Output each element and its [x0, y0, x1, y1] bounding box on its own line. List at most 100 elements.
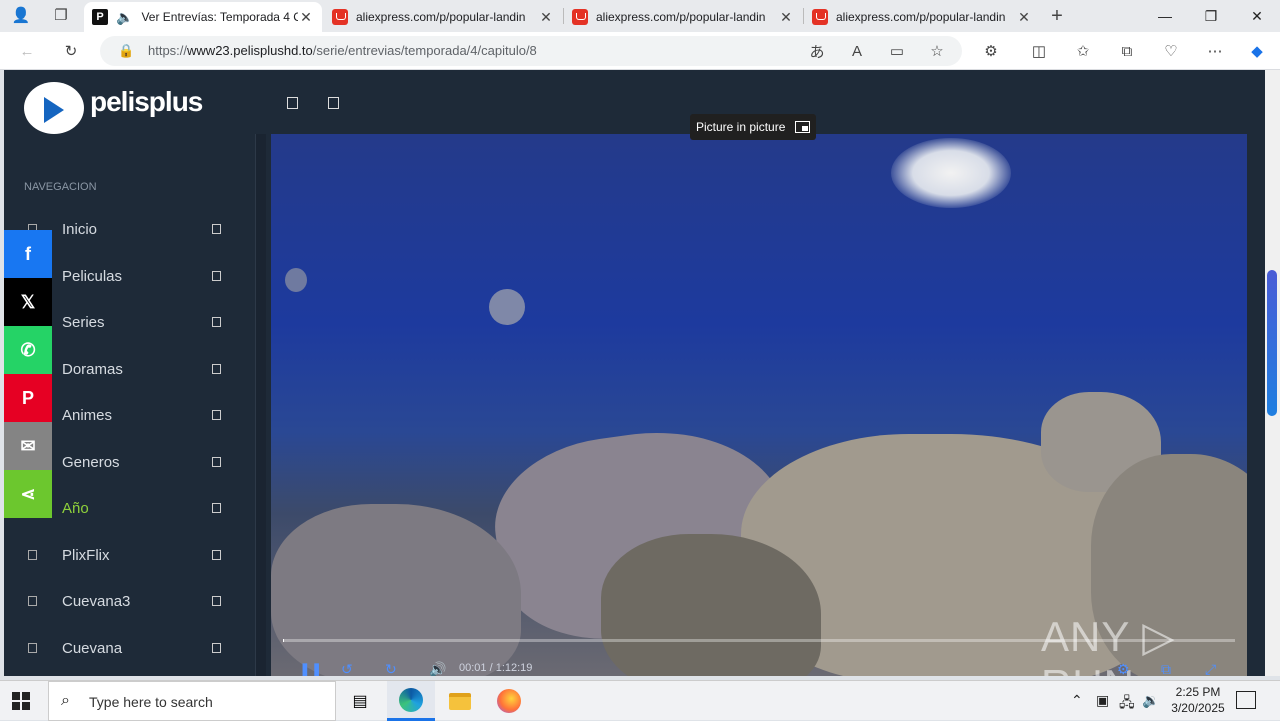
sidebar-item-label: PlixFlix [62, 546, 110, 564]
close-tab-icon[interactable]: ✕ [1016, 9, 1032, 26]
pip-tooltip[interactable]: Picture in picture [690, 114, 817, 140]
close-tab-icon[interactable]: ✕ [538, 9, 554, 26]
network-icon[interactable]: 🖧 [1119, 692, 1135, 716]
tab-title: aliexpress.com/p/popular-landin [836, 10, 1006, 24]
tab-pelisplus[interactable]: P 🔈 Ver Entrevías: Temporada 4 C ✕ [84, 2, 322, 32]
tab-aliexpress-1[interactable]: aliexpress.com/p/popular-landin ✕ [324, 2, 562, 32]
firefox-icon[interactable] [485, 681, 533, 721]
read-aloud-icon[interactable]: A [846, 40, 868, 62]
taskbar-search-placeholder: Type here to search [89, 694, 213, 710]
logo-text[interactable]: pelisplus [90, 86, 203, 118]
time-display: 00:01 / 1:12:19 [459, 662, 533, 674]
minimize-icon[interactable]: — [1142, 0, 1188, 32]
pinterest-share-icon[interactable]: P [4, 374, 52, 422]
volume-tray-icon[interactable]: 🔉 [1142, 692, 1159, 709]
file-explorer-icon[interactable] [436, 681, 484, 721]
close-tab-icon[interactable]: ✕ [298, 9, 314, 26]
nav-item-icon [28, 642, 37, 653]
url-text[interactable]: https://www23.pelisplushd.to/serie/entre… [148, 43, 537, 58]
email-share-icon[interactable]: ✉ [4, 422, 52, 470]
extensions-icon[interactable]: ⚙ [980, 40, 1002, 62]
back-icon[interactable]: ← [16, 40, 38, 62]
browser-essentials-icon[interactable]: ♡ [1160, 40, 1182, 62]
sidebar-item-label: Generos [62, 453, 120, 471]
restore-icon[interactable]: ❐ [1188, 0, 1234, 32]
clock-time: 2:25 PM [1175, 685, 1221, 699]
browser-tab-strip: 👤 ❐ P 🔈 Ver Entrevías: Temporada 4 C ✕ a… [0, 0, 1280, 32]
web-page: pelisplus NAVEGACION Inicio Peliculas Seri… [4, 70, 1265, 676]
split-screen-icon[interactable]: ◫ [1028, 40, 1050, 62]
favorite-star-icon[interactable]: ☆ [926, 40, 948, 62]
share-share-icon[interactable]: ⋖ [4, 470, 52, 518]
close-tab-icon[interactable]: ✕ [778, 9, 794, 26]
favorites-icon[interactable]: ✩ [1072, 40, 1094, 62]
browser-toolbar: ← ↻ 🔒 https://www23.pelisplushd.to/serie… [0, 32, 1280, 70]
sidebar-item-label: Inicio [62, 221, 98, 238]
lock-icon[interactable]: 🔒 [118, 43, 134, 59]
expand-icon[interactable] [212, 456, 221, 467]
translate-icon[interactable]: あ [806, 40, 828, 62]
settings-icon[interactable]: ⚙ [1117, 661, 1130, 676]
refresh-icon[interactable]: ↻ [60, 40, 82, 62]
pelisplus-favicon: P [92, 9, 108, 25]
video-frame-rock [271, 504, 521, 676]
expand-icon[interactable] [212, 224, 221, 234]
fullscreen-icon[interactable]: ⤢ [1205, 661, 1216, 676]
more-menu-icon[interactable]: ⋯ [1204, 40, 1226, 62]
progress-fill [283, 639, 284, 642]
nav-section-label: NAVEGACION [24, 181, 97, 193]
scrollbar-thumb[interactable] [1267, 270, 1277, 416]
address-bar[interactable]: 🔒 https://www23.pelisplushd.to/serie/ent… [100, 36, 962, 66]
sidebar-item-label: Doramas [62, 360, 123, 378]
page-scrollbar[interactable] [1265, 70, 1280, 676]
expand-icon[interactable] [212, 642, 221, 653]
expand-icon[interactable] [212, 503, 221, 513]
windows-start-icon[interactable] [12, 692, 30, 710]
notifications-icon[interactable] [1236, 691, 1256, 709]
window-close-icon[interactable]: ✕ [1234, 0, 1280, 32]
speaker-icon[interactable]: 🔈 [116, 9, 133, 26]
expand-icon[interactable] [212, 549, 221, 560]
profile-icon[interactable]: 👤 [10, 4, 32, 26]
expand-icon[interactable] [212, 317, 221, 327]
edge-taskbar-icon[interactable] [387, 681, 435, 721]
sidebar-item-plixflix[interactable]: PlixFlix [4, 537, 255, 577]
tray-overflow-icon[interactable]: ⌃ [1071, 692, 1083, 709]
system-clock[interactable]: 2:25 PM 3/20/2025 [1166, 684, 1230, 716]
collections-icon[interactable]: ⧉ [1116, 40, 1138, 62]
search-icon: ⌕ [61, 692, 70, 709]
facebook-share-icon[interactable]: f [4, 230, 52, 278]
tab-actions-icon[interactable]: ❐ [50, 4, 72, 26]
expand-icon[interactable] [212, 363, 221, 374]
taskbar-search[interactable]: ⌕ Type here to search [48, 681, 336, 721]
tray-device-icon[interactable]: ▣ [1096, 692, 1109, 709]
tab-aliexpress-3[interactable]: aliexpress.com/p/popular-landin ✕ [804, 2, 1040, 32]
pip-tooltip-label: Picture in picture [696, 120, 786, 134]
expand-icon[interactable] [212, 410, 221, 420]
expand-icon[interactable] [212, 596, 221, 606]
whatsapp-share-icon[interactable]: ✆ [4, 326, 52, 374]
video-frame-pebble [489, 289, 525, 325]
sidebar-item-label: Animes [62, 407, 113, 424]
copilot-icon[interactable]: ◆ [1246, 40, 1268, 62]
video-player[interactable]: ANY ▷ RUN ❚❚ ↺ ↻ 🔊 00:01 / 1:12:19 ⚙ ⧉ ⤢ [271, 134, 1247, 676]
sidebar-item-label: Cuevana3 [62, 593, 131, 610]
new-tab-icon[interactable]: + [1046, 5, 1068, 27]
video-frame-splash [891, 138, 1011, 208]
task-view-icon[interactable]: ▤ [336, 681, 384, 721]
pause-icon[interactable]: ❚❚ [299, 661, 322, 676]
immersive-reader-icon[interactable]: ▭ [886, 40, 908, 62]
clock-date: 3/20/2025 [1171, 701, 1225, 715]
progress-bar[interactable] [283, 639, 1235, 642]
pip-button-icon[interactable]: ⧉ [1161, 661, 1171, 676]
forward-10-icon[interactable]: ↻ [385, 661, 397, 676]
menu-toggle-icon[interactable] [287, 97, 298, 109]
sidebar-item-cuevana[interactable]: Cuevana [4, 630, 255, 670]
x-share-icon[interactable]: 𝕏 [4, 278, 52, 326]
sidebar-item-cuevana3[interactable]: Cuevana3 [4, 583, 255, 623]
volume-icon[interactable]: 🔊 [429, 661, 446, 676]
expand-icon[interactable] [212, 270, 221, 281]
tab-aliexpress-2[interactable]: aliexpress.com/p/popular-landin ✕ [564, 2, 802, 32]
search-toggle-icon[interactable] [328, 97, 339, 109]
rewind-10-icon[interactable]: ↺ [341, 661, 353, 676]
